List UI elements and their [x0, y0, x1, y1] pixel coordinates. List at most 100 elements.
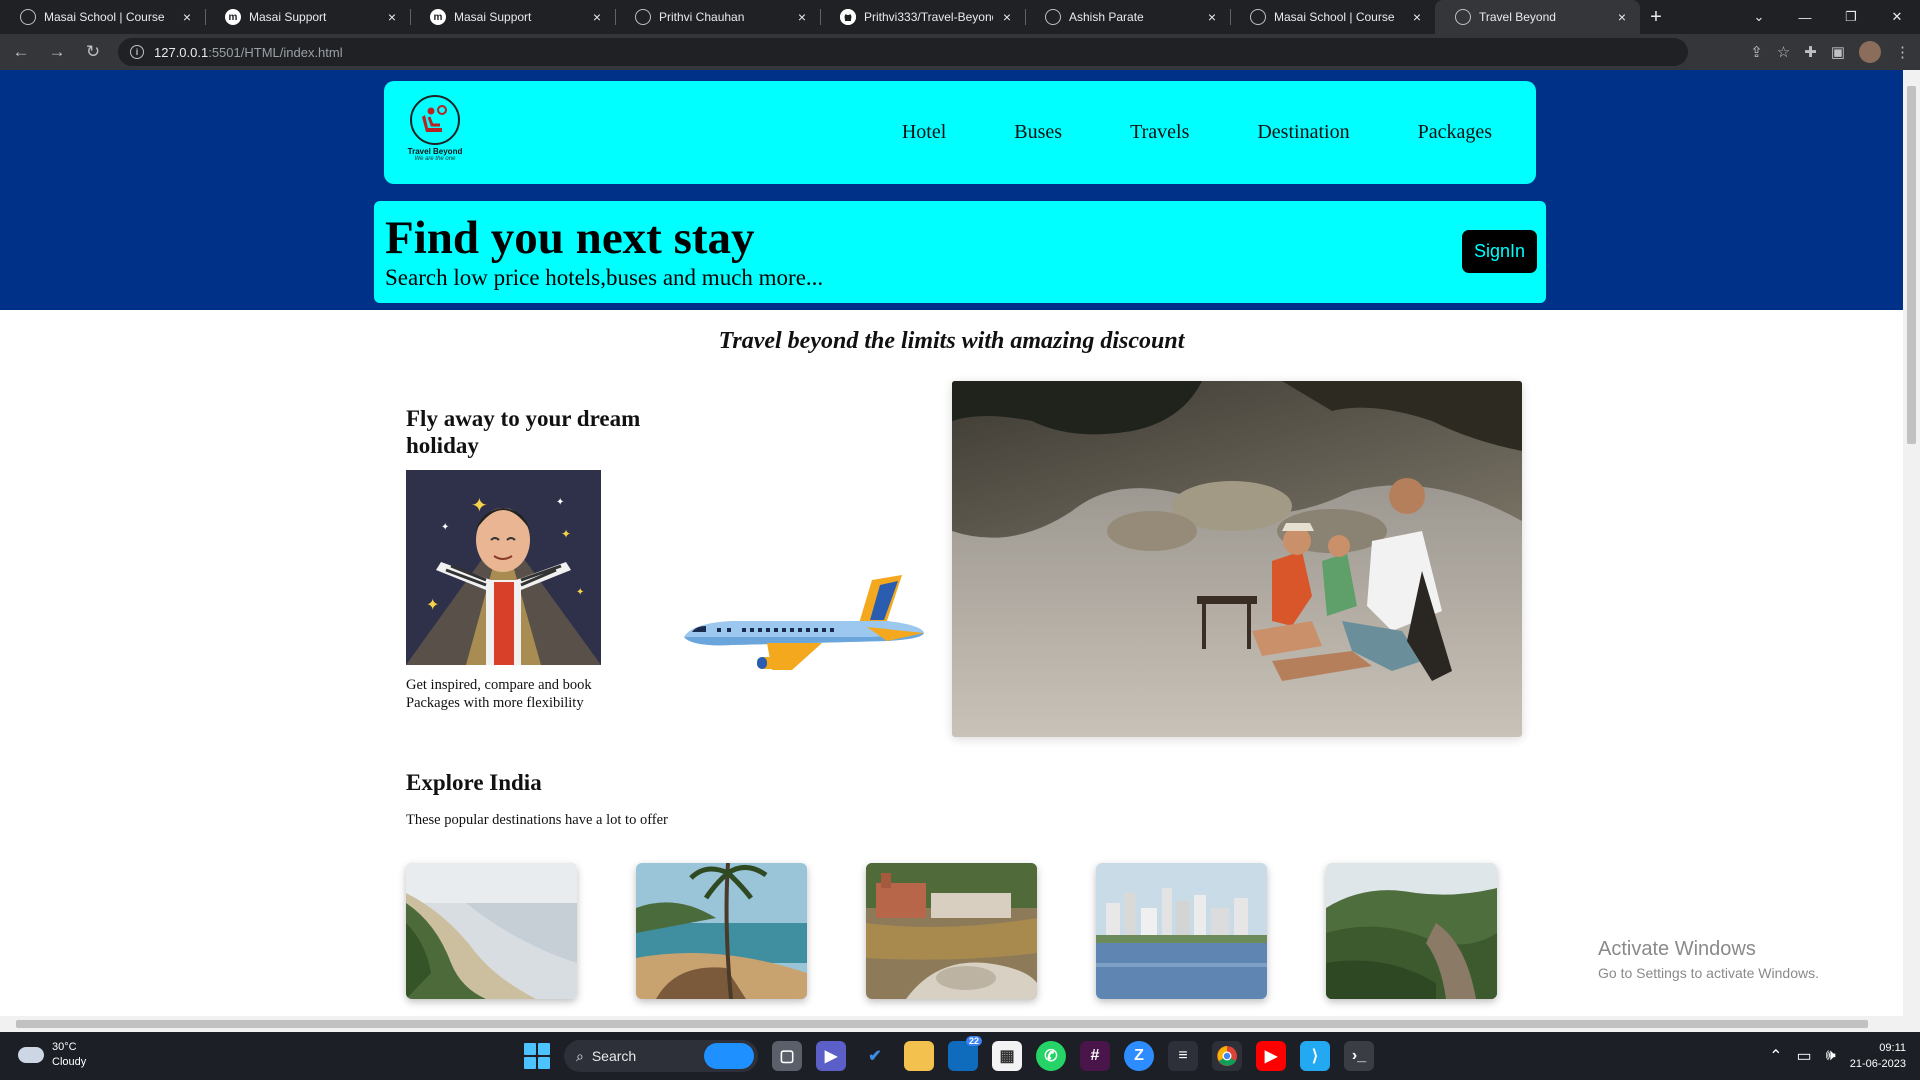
- logo-name: Travel Beyond: [407, 147, 463, 156]
- menu-kebab-icon[interactable]: ⋮: [1895, 43, 1910, 61]
- destination-card[interactable]: [1096, 863, 1267, 999]
- tab-title: Masai Support: [454, 10, 532, 24]
- minimize-icon[interactable]: —: [1782, 0, 1828, 34]
- todo-icon[interactable]: ✔: [860, 1041, 890, 1071]
- whatsapp-icon[interactable]: ✆: [1036, 1041, 1066, 1071]
- clock-date: 21-06-2023: [1849, 1058, 1906, 1070]
- microsoft-store-icon[interactable]: ▦: [992, 1041, 1022, 1071]
- bookmark-star-icon[interactable]: ☆: [1777, 43, 1790, 61]
- restore-icon[interactable]: ❐: [1828, 0, 1874, 34]
- network-icon[interactable]: ▭: [1797, 1046, 1812, 1066]
- terminal-icon[interactable]: ›_: [1344, 1041, 1374, 1071]
- nav-link-hotel[interactable]: Hotel: [902, 121, 946, 144]
- logo-tagline: We are the one: [414, 156, 456, 162]
- browser-tab[interactable]: Prithvi Chauhan ×: [615, 0, 820, 34]
- horizontal-scrollbar[interactable]: [0, 1016, 1920, 1032]
- outlook-icon[interactable]: 22: [948, 1036, 982, 1071]
- extensions-puzzle-icon[interactable]: ✚: [1804, 43, 1817, 61]
- tab-search-icon[interactable]: ⌄: [1736, 0, 1782, 34]
- browser-tab[interactable]: m Masai Support ×: [205, 0, 410, 34]
- family-beach-photo: [952, 381, 1522, 737]
- volume-icon[interactable]: 🕪: [1826, 1047, 1836, 1065]
- destination-card[interactable]: [866, 863, 1037, 999]
- back-arrow-icon[interactable]: ←: [6, 37, 36, 67]
- masai-icon: m: [225, 9, 241, 25]
- forward-arrow-icon[interactable]: →: [42, 37, 72, 67]
- weather-widget[interactable]: 30°C Cloudy: [18, 1040, 86, 1070]
- browser-toolbar: ← → ↻ i 127.0.0.1:5501/HTML/index.html: [0, 34, 1920, 70]
- slack-icon[interactable]: #: [1080, 1041, 1110, 1071]
- masai-icon: m: [430, 9, 446, 25]
- vertical-scrollbar[interactable]: [1903, 70, 1920, 1016]
- windows-start-icon[interactable]: [524, 1043, 550, 1069]
- page-viewport: Travel Beyond We are the one Hotel Buses…: [0, 70, 1903, 1016]
- taskbar-search[interactable]: ⌕ Search: [564, 1040, 758, 1072]
- close-tab-icon[interactable]: ×: [179, 9, 195, 25]
- close-tab-icon[interactable]: ×: [794, 9, 810, 25]
- nav-link-destination[interactable]: Destination: [1257, 121, 1349, 144]
- signin-button[interactable]: SignIn: [1462, 230, 1537, 273]
- site-logo[interactable]: Travel Beyond We are the one: [404, 95, 466, 162]
- nav-link-buses[interactable]: Buses: [1014, 121, 1062, 144]
- clock[interactable]: 09:11 21-06-2023: [1850, 1040, 1906, 1072]
- destination-card[interactable]: [636, 863, 807, 999]
- inspire-line-1: Get inspired, compare and book: [406, 677, 592, 693]
- close-tab-icon[interactable]: ×: [1204, 9, 1220, 25]
- file-explorer-icon[interactable]: [904, 1041, 934, 1071]
- tab-title: Prithvi Chauhan: [659, 10, 745, 24]
- weather-desc: Cloudy: [52, 1056, 87, 1068]
- destination-card[interactable]: [406, 863, 577, 999]
- browser-tab[interactable]: Masai School | Course ×: [1230, 0, 1435, 34]
- vertical-scrollbar-thumb[interactable]: [1907, 86, 1916, 444]
- nav-link-packages[interactable]: Packages: [1418, 121, 1492, 144]
- notepad-icon[interactable]: ≡: [1168, 1041, 1198, 1071]
- taskbar-search-label: Search: [591, 1048, 637, 1064]
- reload-icon[interactable]: ↻: [78, 37, 108, 67]
- close-tab-icon[interactable]: ×: [1614, 9, 1630, 25]
- hero-subtitle: Search low price hotels,buses and much m…: [385, 265, 824, 290]
- search-icon: ⌕: [576, 1047, 584, 1064]
- tray-chevron-icon[interactable]: ⌃: [1769, 1046, 1782, 1066]
- browser-tab[interactable]: Masai School | Course ×: [0, 0, 205, 34]
- close-tab-icon[interactable]: ×: [589, 9, 605, 25]
- tab-title: Travel Beyond: [1479, 10, 1556, 24]
- zoom-icon[interactable]: Z: [1124, 1041, 1154, 1071]
- browser-tab-active[interactable]: Travel Beyond ×: [1435, 0, 1640, 34]
- youtube-icon[interactable]: ▶: [1256, 1041, 1286, 1071]
- side-panel-icon[interactable]: ▣: [1831, 43, 1845, 61]
- teams-chat-icon[interactable]: ▶: [816, 1041, 846, 1071]
- address-bar[interactable]: i 127.0.0.1:5501/HTML/index.html: [118, 38, 1688, 66]
- close-tab-icon[interactable]: ×: [999, 9, 1015, 25]
- browser-tab[interactable]: Ashish Parate ×: [1025, 0, 1230, 34]
- browser-tab[interactable]: m Masai Support ×: [410, 0, 615, 34]
- tab-title: Masai School | Course: [44, 10, 165, 24]
- url-path: :5501/HTML/index.html: [208, 44, 343, 60]
- tab-title: Masai Support: [249, 10, 327, 24]
- horizontal-scrollbar-thumb[interactable]: [16, 1020, 1868, 1028]
- globe-icon: [1045, 9, 1061, 25]
- browser-tab[interactable]: Prithvi333/Travel-Beyond: ×: [820, 0, 1025, 34]
- new-tab-button[interactable]: +: [1640, 0, 1672, 34]
- svg-text:✦: ✦: [426, 597, 439, 614]
- globe-icon: [1455, 9, 1471, 25]
- share-icon[interactable]: ⇪: [1750, 43, 1763, 61]
- windows-taskbar: 30°C Cloudy ⌕ Search ▢ ▶ ✔ 22 ▦ ✆ # Z ≡ …: [0, 1032, 1920, 1080]
- taskbar-apps: ⌕ Search ▢ ▶ ✔ 22 ▦ ✆ # Z ≡ ▶ ⟩ ›_: [524, 1032, 1374, 1080]
- toolbar-actions: ⇪ ☆ ✚ ▣ ⋮: [1750, 34, 1910, 70]
- profile-avatar[interactable]: [1859, 41, 1881, 63]
- chrome-icon[interactable]: [1212, 1041, 1242, 1071]
- discount-tagline: Travel beyond the limits with amazing di…: [718, 328, 1185, 354]
- inspire-line-2: Packages with more flexibility: [406, 695, 584, 711]
- activate-windows-title: Activate Windows: [1598, 938, 1756, 960]
- nav-link-travels[interactable]: Travels: [1130, 121, 1189, 144]
- close-tab-icon[interactable]: ×: [384, 9, 400, 25]
- close-window-icon[interactable]: ✕: [1874, 0, 1920, 34]
- destination-card[interactable]: [1326, 863, 1497, 999]
- vscode-icon[interactable]: ⟩: [1300, 1041, 1330, 1071]
- close-tab-icon[interactable]: ×: [1409, 9, 1425, 25]
- bing-icon[interactable]: [704, 1043, 754, 1069]
- site-info-icon[interactable]: i: [130, 45, 144, 59]
- inspire-text: Get inspired, compare and book Packages …: [406, 676, 666, 712]
- cloud-icon: [18, 1047, 44, 1063]
- task-view-icon[interactable]: ▢: [772, 1041, 802, 1071]
